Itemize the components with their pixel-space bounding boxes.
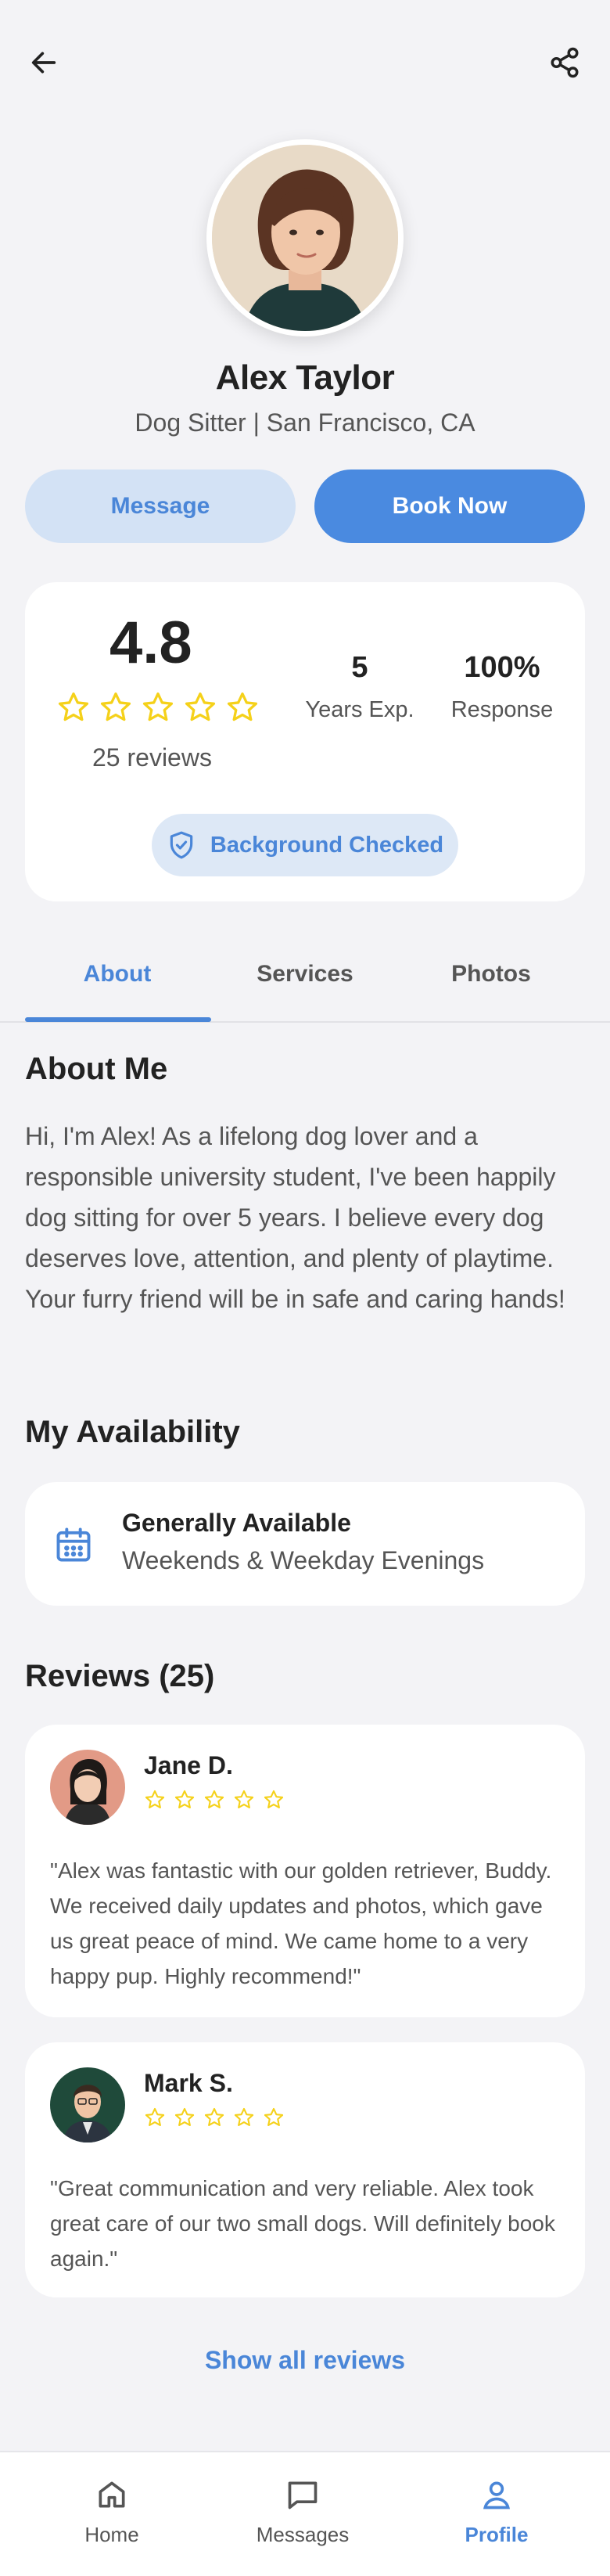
rating-stars — [56, 690, 260, 725]
nav-profile-label: Profile — [465, 2523, 529, 2546]
availability-card — [25, 1482, 585, 1606]
review-stars — [144, 1789, 285, 1811]
years-value: 5 — [351, 651, 368, 684]
profile-avatar — [206, 139, 404, 336]
reviews-title: Reviews (25) — [25, 1659, 215, 1693]
star-icon — [174, 1790, 195, 1808]
star-icon — [174, 2107, 195, 2126]
availability-sub: Weekends & Weekday Evenings — [122, 1546, 485, 1574]
star-icon — [185, 692, 216, 721]
active-tab-indicator — [25, 1017, 211, 1022]
response-value: 100% — [464, 651, 540, 684]
about-title: About Me — [25, 1052, 168, 1086]
star-icon — [145, 2107, 165, 2126]
star-icon — [142, 692, 174, 721]
avatar-image — [212, 145, 398, 331]
reviewer-avatar — [50, 2067, 125, 2142]
reviewer-name: Mark S. — [144, 2069, 233, 2097]
message-icon — [288, 2481, 318, 2509]
about-text: Hi, I'm Alex! As a lifelong dog lover an… — [25, 1122, 565, 1313]
response-label: Response — [450, 697, 554, 722]
nav-messages-label: Messages — [256, 2523, 350, 2546]
star-icon — [100, 692, 131, 721]
arrow-left-icon — [31, 52, 56, 74]
star-icon — [227, 692, 258, 721]
home-icon — [99, 2481, 125, 2508]
star-icon — [145, 1790, 165, 1808]
rating-value: 4.8 — [109, 610, 192, 676]
nav-home[interactable]: Home — [41, 2477, 182, 2547]
book-now-button[interactable]: Book Now — [314, 470, 585, 543]
nav-messages[interactable]: Messages — [232, 2477, 373, 2547]
review-text: "Great communication and very reliable. … — [50, 2176, 555, 2271]
badge-label: Background Checked — [210, 832, 444, 858]
profile-subtitle: Dog Sitter | San Francisco, CA — [135, 408, 475, 437]
star-icon — [234, 1790, 254, 1808]
shield-check-icon — [170, 831, 193, 859]
user-icon — [483, 2481, 511, 2509]
reviewer-avatar — [50, 1750, 125, 1825]
years-label: Years Exp. — [305, 697, 414, 722]
tab-services[interactable]: Services — [213, 961, 397, 988]
show-all-reviews-link[interactable]: Show all reviews — [0, 2346, 610, 2375]
nav-profile[interactable]: Profile — [426, 2477, 567, 2547]
stat-response: 100% Response — [438, 651, 566, 723]
background-checked-badge: Background Checked — [152, 814, 458, 876]
reviewer-name: Jane D. — [144, 1751, 233, 1779]
availability-title: My Availability — [25, 1415, 240, 1449]
star-icon — [264, 2107, 284, 2126]
star-icon — [204, 2107, 224, 2126]
share-icon — [551, 47, 579, 78]
tab-about[interactable]: About — [25, 961, 210, 988]
calendar-icon — [53, 1524, 94, 1569]
share-button[interactable] — [540, 38, 590, 88]
availability-main: Generally Available — [122, 1509, 351, 1537]
star-icon — [234, 2107, 254, 2126]
back-button[interactable] — [19, 38, 69, 88]
tab-photos[interactable]: Photos — [399, 961, 583, 988]
stat-years: 5 Years Exp. — [305, 651, 414, 723]
profile-name: Alex Taylor — [215, 358, 395, 397]
review-text: "Alex was fantastic with our golden retr… — [50, 1858, 552, 1988]
nav-home-label: Home — [84, 2523, 139, 2546]
star-icon — [264, 1790, 284, 1808]
star-icon — [58, 692, 89, 721]
star-icon — [204, 1790, 224, 1808]
message-button[interactable]: Message — [25, 470, 296, 543]
review-stars — [144, 2106, 285, 2128]
reviews-count: 25 reviews — [92, 743, 212, 772]
